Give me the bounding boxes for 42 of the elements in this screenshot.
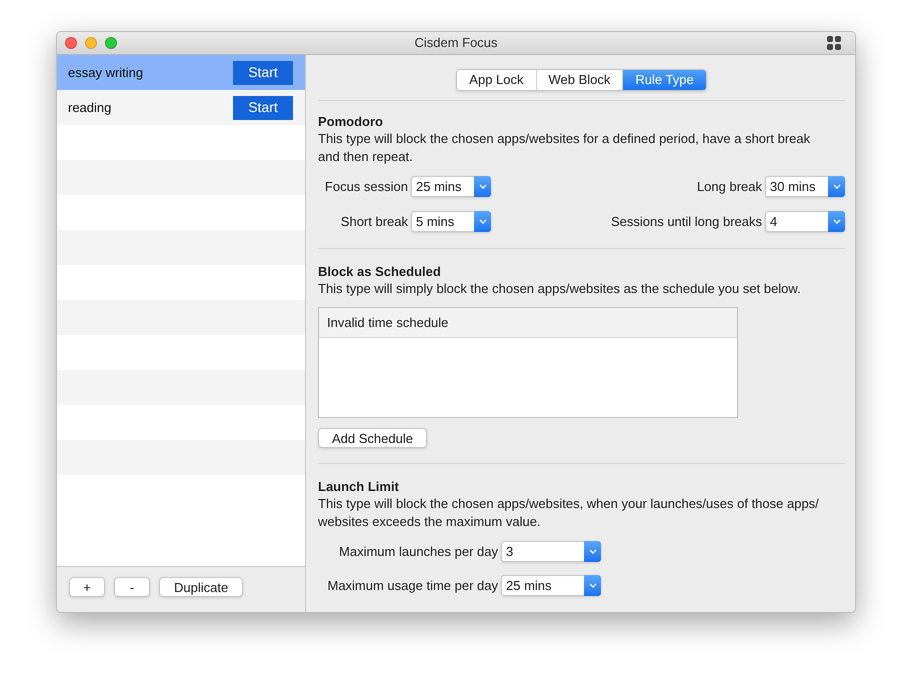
rule-name: reading <box>68 98 112 117</box>
field-label: Maximum usage time per day <box>326 576 498 595</box>
dropdown[interactable]: 30 mins <box>765 176 845 197</box>
zoom-button[interactable] <box>105 37 117 49</box>
section-description: This type will block the chosen apps/websites, when your launches/uses of those apps/ websites exceeds the maximum value. <box>318 495 820 531</box>
rule-row[interactable]: reading Start <box>57 90 305 125</box>
rule-row[interactable]: essay writing Start <box>57 55 305 90</box>
field-label: Long break <box>696 178 762 196</box>
dropdown[interactable]: 25 mins <box>411 176 491 197</box>
push-button[interactable]: + <box>69 577 105 597</box>
minimize-button[interactable] <box>85 37 97 49</box>
section-title: Block as Scheduled <box>318 263 442 280</box>
chevron-down-icon <box>588 583 596 588</box>
dropdown[interactable]: 3 <box>501 541 601 562</box>
dropdown[interactable]: 5 mins <box>411 211 491 232</box>
push-button[interactable]: Add Schedule <box>318 428 427 448</box>
chevron-down-icon <box>588 549 596 554</box>
chevron-down-icon <box>832 219 840 224</box>
field-label: Focus session <box>324 178 408 196</box>
start-button[interactable]: Start <box>233 96 293 120</box>
push-button[interactable]: - <box>114 577 150 597</box>
field-label: Maximum launches per day <box>338 542 498 561</box>
field-label: Sessions until long breaks <box>610 212 762 231</box>
field-label: Short break <box>340 212 408 231</box>
section-title: Pomodoro <box>318 113 384 130</box>
segment-tab[interactable]: App Lock <box>457 70 536 90</box>
section-description: This type will simply block the chosen apps/websites as the schedule you set below. <box>318 280 802 298</box>
start-button[interactable]: Start <box>233 60 293 84</box>
grid-icon[interactable] <box>827 36 841 50</box>
rule-name: essay writing <box>68 64 144 82</box>
chevron-down-icon <box>478 219 486 224</box>
dropdown[interactable]: 4 <box>765 211 845 232</box>
section-title: Launch Limit <box>318 478 400 495</box>
chevron-down-icon <box>832 184 840 189</box>
push-button[interactable]: Duplicate <box>159 577 244 597</box>
section-description: This type will block the chosen apps/websites for a defined period, have a short break and then repeat. <box>318 130 812 166</box>
table-header: Invalid time schedule <box>319 308 737 338</box>
close-button[interactable] <box>65 37 77 49</box>
dropdown[interactable]: 25 mins <box>501 575 601 596</box>
window-title: Cisdem Focus <box>413 34 499 52</box>
segment-tab[interactable]: Web Block <box>536 70 622 90</box>
chevron-down-icon <box>478 184 486 189</box>
